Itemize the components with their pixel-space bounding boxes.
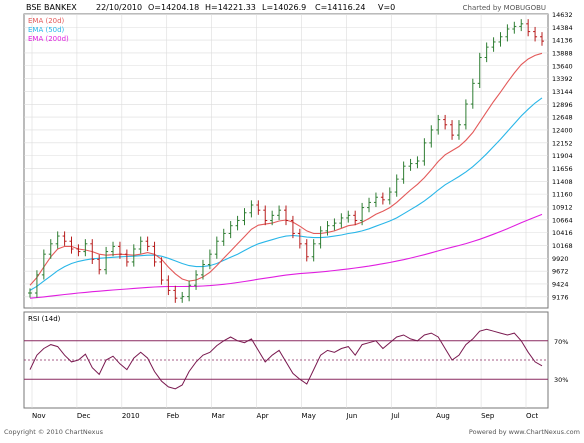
header-volume: V=0	[378, 3, 395, 12]
ytick-label: 11656	[552, 165, 573, 173]
xtick-layer: Nov Dec 2010 Feb Mar Apr May Jun Jul Aug Sep Oct	[32, 412, 538, 420]
xtick-label: 2010	[122, 412, 140, 420]
ytick-label: 11160	[552, 191, 573, 199]
header-symbol: BSE BANKEX	[26, 3, 77, 12]
ytick-label: 12896	[552, 101, 573, 109]
xtick-label: Nov	[32, 412, 46, 420]
ytick-label: 10416	[552, 229, 573, 237]
ytick-label: 12648	[552, 114, 573, 122]
ytick-label: 9920	[552, 255, 569, 263]
rsi-ytick-label: 30%	[554, 376, 568, 384]
header-open: O=14204.18	[148, 3, 199, 12]
price-panel	[23, 13, 549, 309]
chart-svg: 9176 9424 9672 9920 10168 10416 10664 10912 1116…	[4, 3, 580, 436]
ytick-label: 13640	[552, 62, 573, 70]
ytick-label: 13888	[552, 49, 573, 57]
header-high: H=14221.33	[205, 3, 256, 12]
rsi-ytick-label: 70%	[554, 338, 568, 346]
header-date: 22/10/2010	[96, 3, 142, 12]
header-charted-by: Charted by MOBUGOBU	[463, 4, 546, 12]
xtick-label: Aug	[436, 412, 450, 420]
xtick-label: Feb	[167, 412, 180, 420]
legend: EMA (20d) EMA (50d) EMA (200d)	[28, 17, 69, 43]
xtick-label: Jul	[390, 412, 400, 420]
xtick-label: May	[301, 412, 315, 420]
xtick-label: Jun	[345, 412, 357, 420]
ytick-label: 14632	[552, 11, 573, 19]
ytick-label: 12400	[552, 126, 573, 134]
xtick-label: Sep	[481, 412, 495, 420]
legend-ema200: EMA (200d)	[28, 35, 69, 43]
legend-ema50: EMA (50d)	[28, 26, 65, 34]
header-low: L=14026.9	[262, 3, 306, 12]
xtick-label: Mar	[212, 412, 225, 420]
ytick-label: 9424	[552, 280, 569, 288]
xtick-label: Dec	[77, 412, 91, 420]
ytick-label: 13144	[552, 88, 573, 96]
ytick-label: 10664	[552, 216, 573, 224]
ytick-label: 9672	[552, 268, 569, 276]
ytick-label: 13392	[552, 75, 573, 83]
chart-frame: 9176 9424 9672 9920 10168 10416 10664 10912 1116…	[0, 0, 584, 439]
ytick-label: 9176	[552, 293, 569, 301]
footer-copyright: Copyright © 2010 ChartNexus	[4, 428, 104, 436]
footer-powered: Powered by www.ChartNexus.com	[469, 428, 580, 436]
xtick-label: Apr	[257, 412, 269, 420]
ytick-label: 10912	[552, 203, 573, 211]
ytick-label: 11904	[552, 152, 573, 160]
xtick-label: Oct	[526, 412, 538, 420]
ytick-label: 14384	[552, 24, 573, 32]
header-close: C=14116.24	[315, 3, 365, 12]
ytick-label: 14136	[552, 37, 573, 45]
ytick-layer: 9176 9424 9672 9920 10168 10416 10664 10912 1116…	[552, 11, 573, 301]
ytick-label: 12152	[552, 139, 573, 147]
ytick-label: 10168	[552, 242, 573, 250]
legend-ema20: EMA (20d)	[28, 17, 65, 25]
ytick-label: 11408	[552, 178, 573, 186]
rsi-title: RSI (14d)	[28, 315, 61, 323]
